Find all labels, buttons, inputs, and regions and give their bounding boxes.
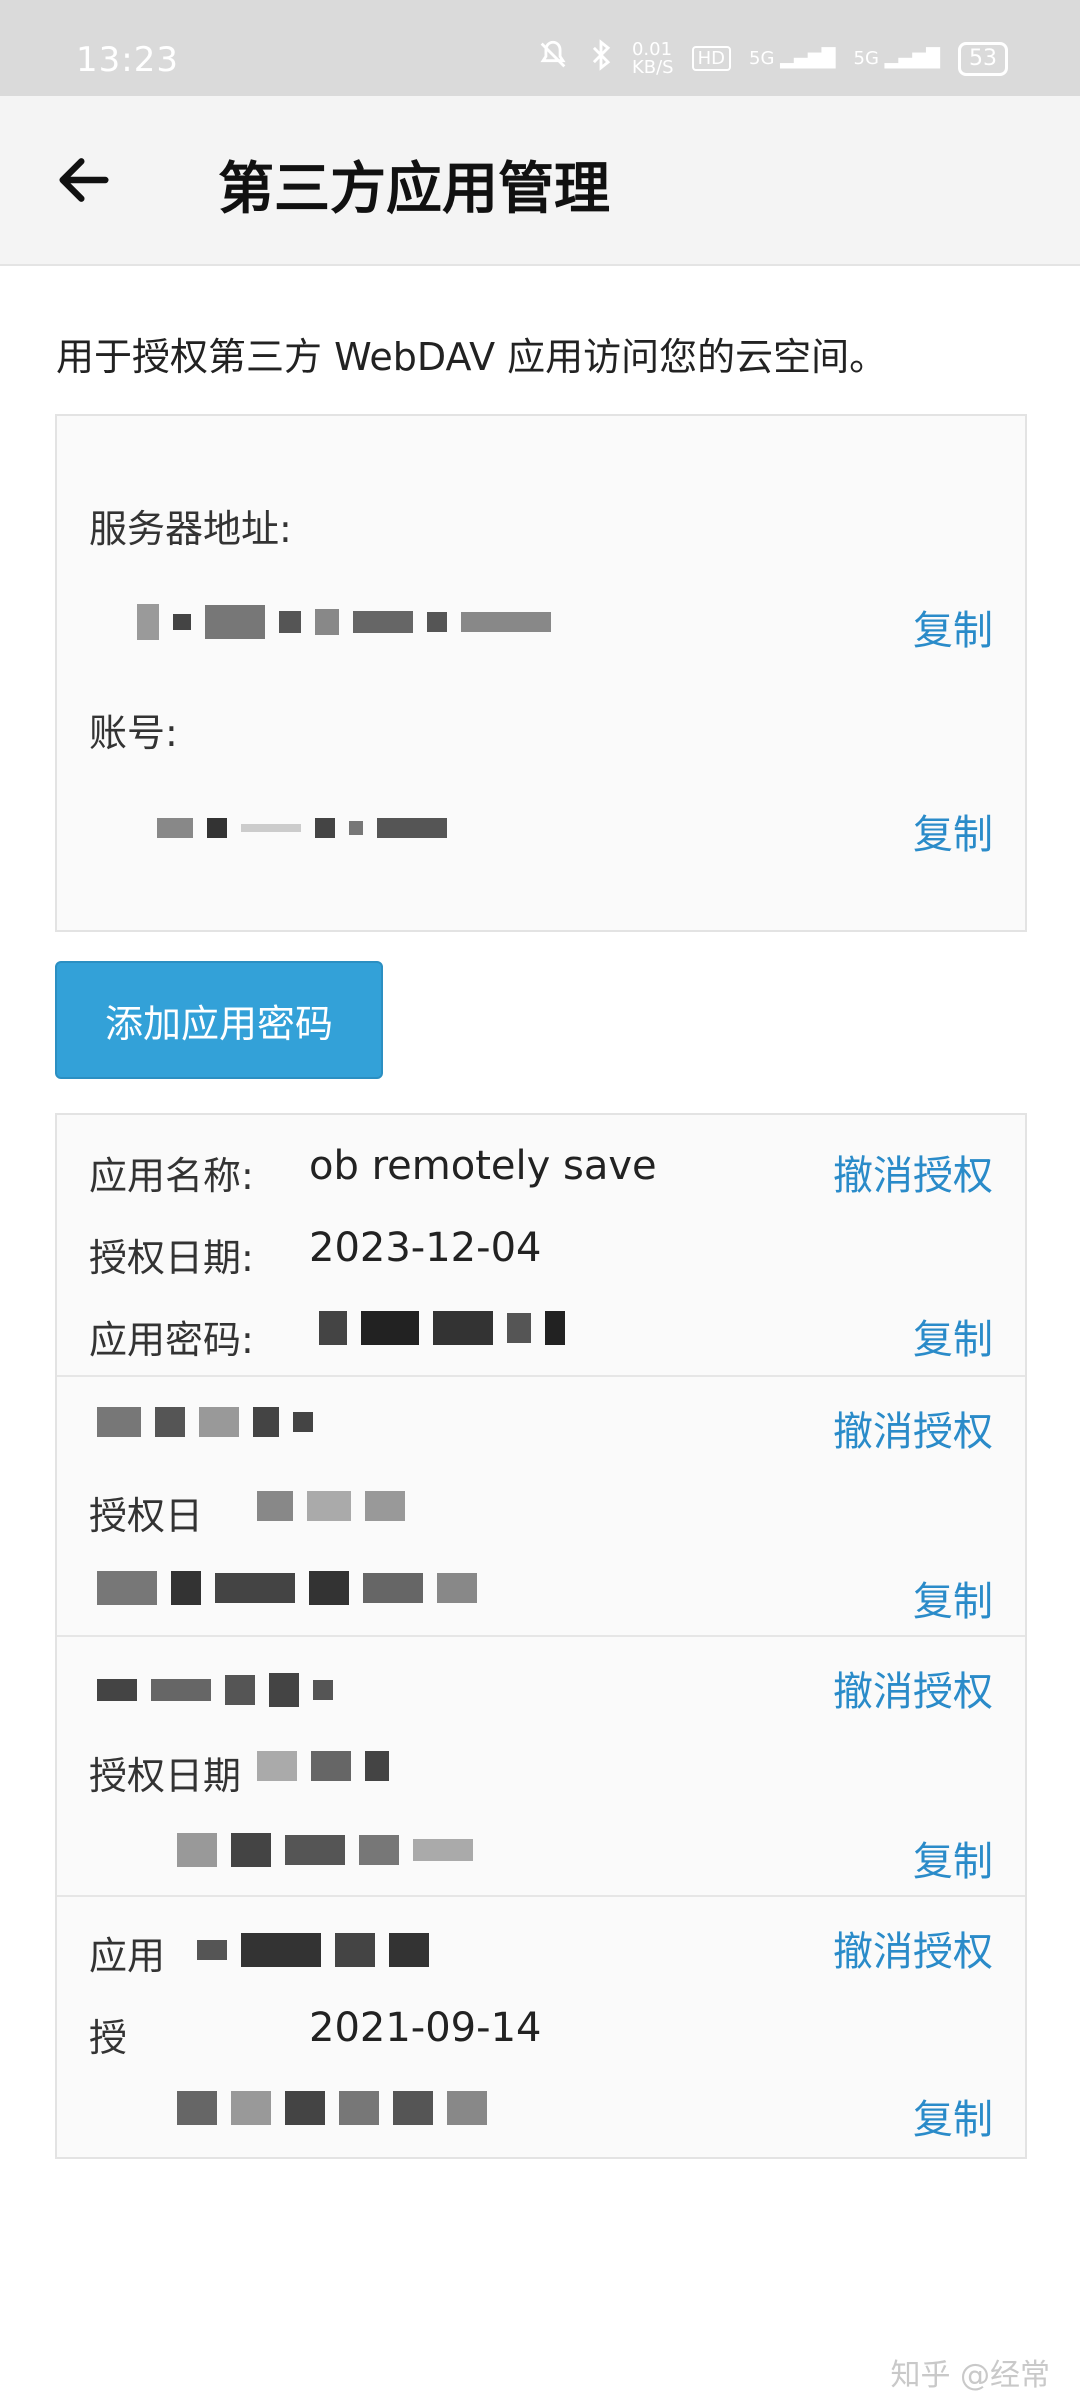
status-time: 13:23 [76, 40, 179, 80]
watermark: 知乎 @经常 [890, 2358, 1050, 2393]
app-password-value [97, 1571, 491, 1605]
copy-address-button[interactable]: 复制 [913, 598, 993, 656]
app-name-value: ob remotely save [309, 1143, 657, 1189]
signal-2: 5G ▂▄▆█ [853, 48, 941, 69]
account-label: 账号: [89, 711, 178, 755]
app-password-value [319, 1311, 579, 1345]
auth-date-value: 2023-12-04 [309, 1225, 542, 1271]
app-list: 应用名称: ob remotely save 撤消授权 授权日期: 2023-1… [55, 1113, 1027, 2159]
arrow-left-icon[interactable] [52, 148, 116, 212]
auth-date-value [257, 1751, 403, 1781]
page-description: 用于授权第三方 WebDAV 应用访问您的云空间。 [56, 335, 888, 379]
copy-password-button[interactable]: 复制 [913, 2087, 993, 2145]
bell-off-icon [536, 38, 570, 79]
app-name-value [97, 1407, 327, 1437]
app-name-value [97, 1673, 347, 1707]
auth-date-value: 2021-09-14 [309, 2005, 542, 2051]
app-name-value [197, 1933, 443, 1967]
status-icons: 0.01 KB/S HD 5G ▂▄▆█ 5G ▂▄▆█ 53 [536, 38, 1008, 79]
app-name-label: 应用名称: [89, 1154, 254, 1198]
server-address-value [137, 604, 565, 640]
copy-account-button[interactable]: 复制 [913, 802, 993, 860]
app-item: 应用 撤消授权 授 2021-09-14 复制 [57, 1895, 1025, 2155]
app-name-label: 应用 [89, 1934, 166, 1978]
copy-password-button[interactable]: 复制 [913, 1307, 993, 1365]
signal-1: 5G ▂▄▆█ [749, 48, 836, 69]
server-address-label: 服务器地址: [89, 507, 292, 551]
account-value [157, 818, 461, 838]
add-app-password-button[interactable]: 添加应用密码 [55, 961, 383, 1079]
auth-date-label: 授 [89, 2016, 128, 2060]
app-password-label: 应用密码: [89, 1318, 254, 1362]
app-bar: 第三方应用管理 [0, 96, 1080, 266]
app-item: 撤消授权 授权日期 复制 [57, 1635, 1025, 1897]
auth-date-value [257, 1491, 419, 1521]
revoke-button[interactable]: 撤消授权 [833, 1659, 993, 1717]
network-speed: 0.01 KB/S [631, 38, 674, 78]
auth-date-label: 授权日 [89, 1494, 204, 1538]
app-item: 撤消授权 授权日 复制 [57, 1375, 1025, 1637]
battery-indicator: 53 [958, 41, 1008, 76]
revoke-button[interactable]: 撤消授权 [833, 1919, 993, 1977]
copy-password-button[interactable]: 复制 [913, 1569, 993, 1627]
app-password-value [177, 1833, 487, 1867]
app-item: 应用名称: ob remotely save 撤消授权 授权日期: 2023-1… [57, 1115, 1025, 1377]
hd-badge: HD [691, 46, 731, 71]
status-bar: 13:23 0.01 KB/S HD 5G ▂▄▆█ 5G ▂▄▆█ 53 [0, 0, 1080, 96]
revoke-button[interactable]: 撤消授权 [833, 1399, 993, 1457]
app-password-value [177, 2091, 501, 2125]
auth-date-label: 授权日期 [89, 1754, 242, 1798]
copy-password-button[interactable]: 复制 [913, 1829, 993, 1887]
auth-date-label: 授权日期: [89, 1236, 254, 1280]
revoke-button[interactable]: 撤消授权 [833, 1143, 993, 1201]
server-info-card: 服务器地址: 复制 账号: 复制 [55, 414, 1027, 932]
page-title: 第三方应用管理 [218, 157, 610, 222]
bluetooth-icon [588, 38, 614, 79]
